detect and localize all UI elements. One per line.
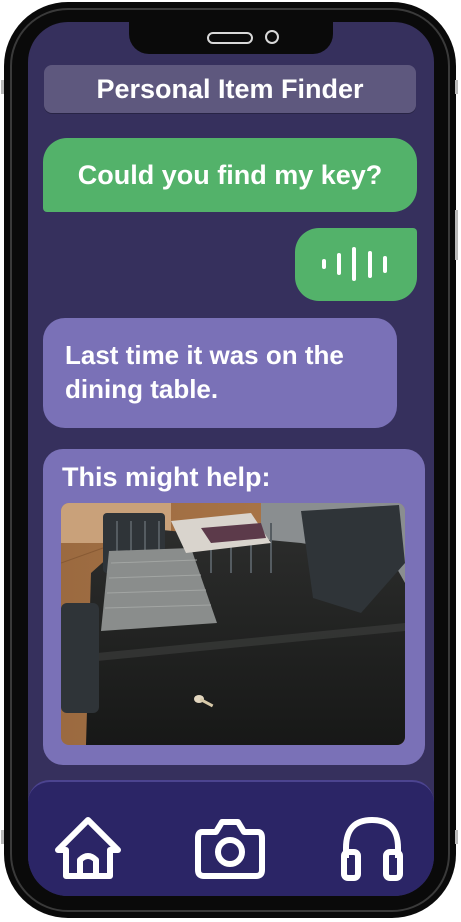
phone-side-button: [455, 830, 458, 844]
voice-message-bubble[interactable]: [295, 228, 417, 301]
assistant-message-bubble: Last time it was on the dining table.: [43, 318, 397, 428]
phone-screen: Personal Item Finder Could you find my k…: [28, 22, 434, 896]
assistant-help-bubble: This might help:: [43, 449, 425, 765]
camera-icon: [195, 819, 265, 879]
phone-side-button: [455, 80, 458, 94]
nav-home-button[interactable]: [52, 812, 124, 882]
nav-headphones-button[interactable]: [336, 812, 408, 882]
headphones-icon: [341, 816, 403, 881]
speaker-grille: [207, 32, 253, 44]
phone-side-button: [1, 80, 4, 94]
notch: [129, 22, 333, 54]
key-photo[interactable]: [61, 503, 405, 745]
page-title: Personal Item Finder: [44, 65, 416, 113]
nav-camera-button[interactable]: [194, 812, 266, 882]
phone-side-button: [455, 210, 458, 260]
bottom-nav: [28, 780, 434, 896]
front-camera: [265, 30, 279, 44]
user-message-bubble: Could you find my key?: [43, 138, 417, 212]
help-text: This might help:: [62, 462, 271, 492]
phone-side-button: [1, 830, 4, 844]
home-icon: [55, 817, 121, 879]
